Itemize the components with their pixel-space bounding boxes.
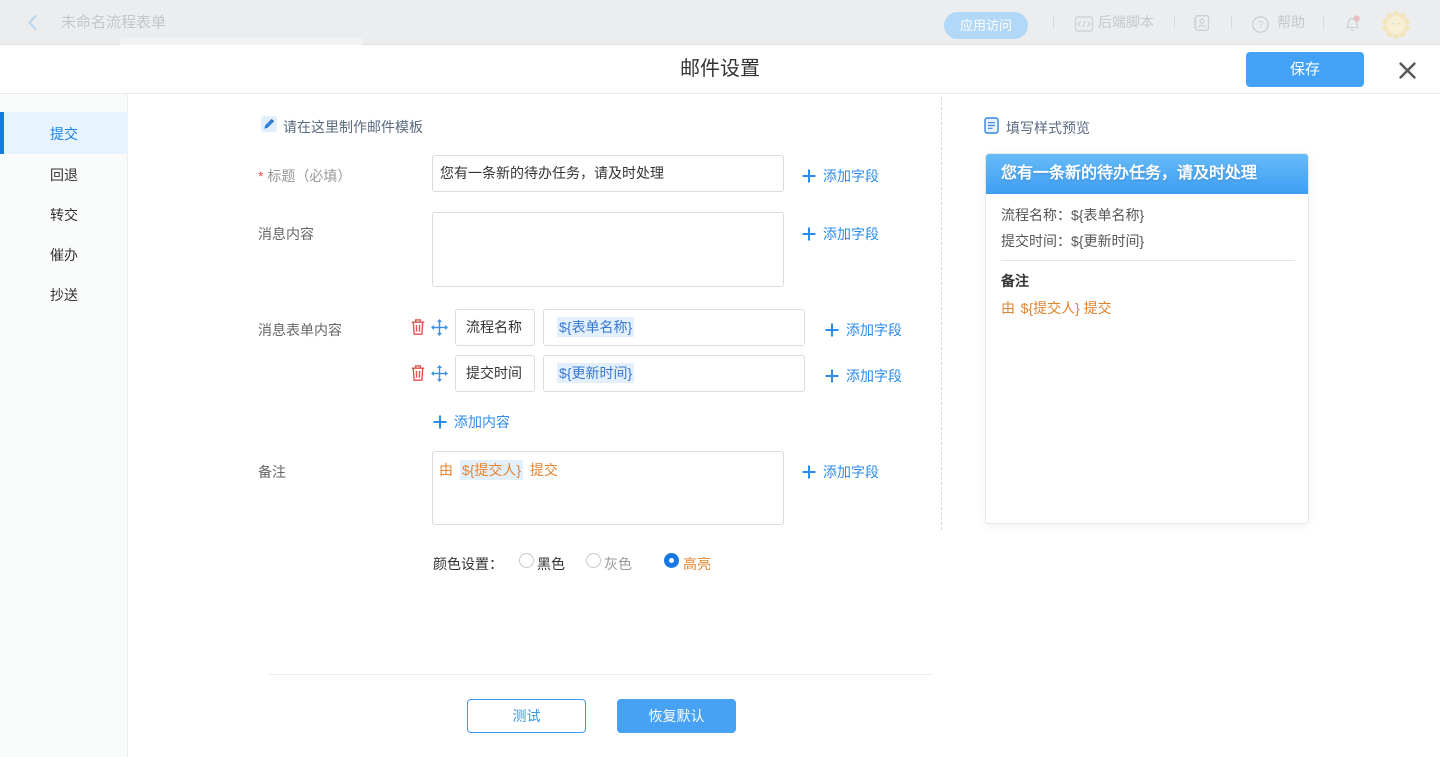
svg-text:?: ? <box>1258 20 1264 31</box>
